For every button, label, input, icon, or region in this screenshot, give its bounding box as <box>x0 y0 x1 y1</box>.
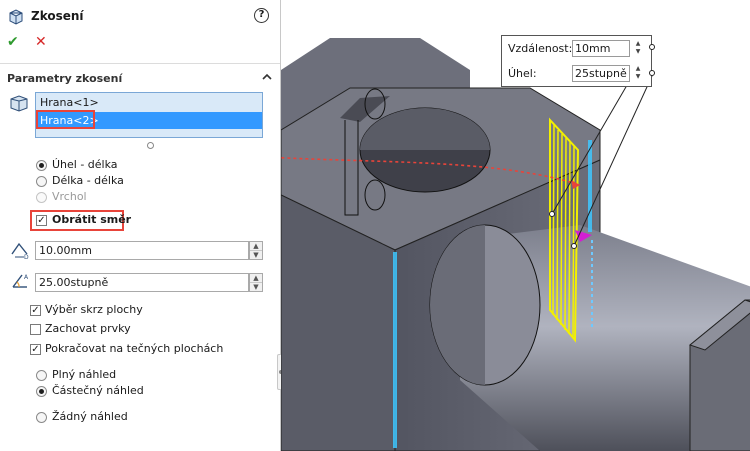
radio-partial-preview[interactable] <box>36 386 47 397</box>
callout-distance-label: Vzdálenost: <box>508 42 573 55</box>
distance-icon: D <box>11 242 29 260</box>
list-handle-dot <box>147 142 154 149</box>
ok-check-icon[interactable]: ✔ <box>7 34 19 50</box>
angle-input[interactable]: 25.00stupně <box>35 273 249 292</box>
checkbox-tangent-propagation[interactable]: ✓ <box>30 344 41 355</box>
callout-angle-label: Úhel: <box>508 67 537 80</box>
cancel-x-icon[interactable]: ✕ <box>35 34 47 50</box>
callout-angle-stepper[interactable]: ▲ ▼ <box>632 65 644 82</box>
callout-distance-input[interactable]: 10mm <box>572 40 630 57</box>
list-item-edge-1[interactable]: Hrana<1> <box>38 94 99 111</box>
full-preview-label: Plný náhled <box>52 368 117 381</box>
angle-step-up[interactable]: ▲ <box>250 274 262 283</box>
callout-handle-angle[interactable] <box>649 70 655 76</box>
keep-features-label: Zachovat prvky <box>45 322 131 335</box>
distance-input[interactable]: 10.00mm <box>35 241 249 260</box>
no-preview-label: Žádný náhled <box>52 410 128 423</box>
dimension-callout: Vzdálenost: 10mm ▲ ▼ Úhel: 25stupně ▲ ▼ <box>501 35 652 87</box>
radio-full-preview[interactable] <box>36 370 47 381</box>
partial-preview-label: Částečný náhled <box>52 384 144 397</box>
section-title: Parametry zkosení <box>7 72 123 85</box>
checkbox-keep-features[interactable] <box>30 324 41 335</box>
collapse-chevron-icon[interactable] <box>261 72 273 82</box>
radio-angle-length-label: Úhel - délka <box>52 158 118 171</box>
select-through-faces-label: Výběr skrz plochy <box>45 303 143 316</box>
radio-vertex-label: Vrchol <box>52 190 87 203</box>
help-symbol: ? <box>258 9 265 20</box>
distance-step-up[interactable]: ▲ <box>250 242 262 251</box>
callout-handle-distance[interactable] <box>649 44 655 50</box>
section-divider <box>0 63 280 64</box>
edge-selection-icon <box>10 95 28 112</box>
radio-length-length-label: Délka - délka <box>52 174 124 187</box>
leader-handle-angle[interactable] <box>571 243 577 249</box>
radio-vertex[interactable] <box>36 192 47 203</box>
edge-2-highlight-box <box>36 110 95 129</box>
radio-angle-length[interactable] <box>36 160 47 171</box>
distance-stepper[interactable]: ▲ ▼ <box>249 241 263 260</box>
callout-angle-input[interactable]: 25stupně <box>572 65 630 82</box>
checkbox-select-through-faces[interactable]: ✓ <box>30 305 41 316</box>
radio-no-preview[interactable] <box>36 412 47 423</box>
flip-direction-checkbox[interactable]: ✓ <box>36 215 47 226</box>
flip-direction-label: Obrátit směr <box>52 213 132 226</box>
angle-stepper[interactable]: ▲ ▼ <box>249 273 263 292</box>
property-manager-panel: Zkosení ? ✔ ✕ Parametry zkosení Hrana<1>… <box>0 0 285 451</box>
callout-distance-stepper[interactable]: ▲ ▼ <box>632 40 644 57</box>
help-icon[interactable]: ? <box>254 8 269 23</box>
svg-text:D: D <box>24 254 29 260</box>
angle-icon: A <box>12 274 29 288</box>
radio-length-length[interactable] <box>36 176 47 187</box>
angle-step-down[interactable]: ▼ <box>250 283 262 291</box>
chamfer-feature-icon <box>9 9 23 25</box>
svg-text:A: A <box>24 274 29 281</box>
panel-title: Zkosení <box>31 9 84 23</box>
leader-handle-distance[interactable] <box>549 211 555 217</box>
tangent-propagation-label: Pokračovat na tečných plochách <box>45 342 224 355</box>
distance-step-down[interactable]: ▼ <box>250 251 262 259</box>
